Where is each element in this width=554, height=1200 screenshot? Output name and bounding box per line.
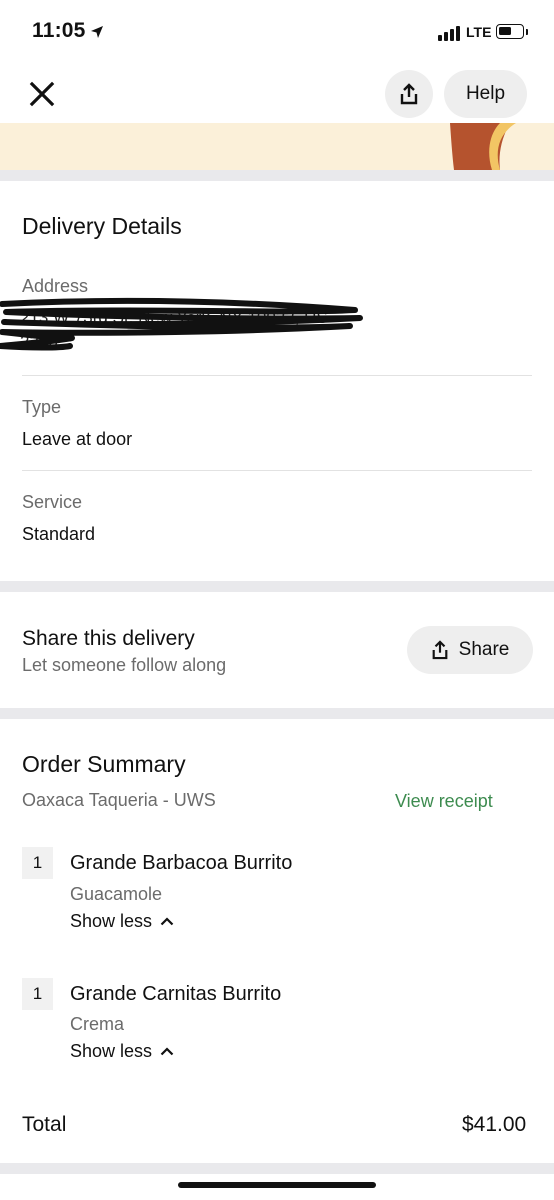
separator-line bbox=[22, 470, 532, 471]
item-option: Guacamole bbox=[70, 884, 163, 904]
share-delivery-button[interactable]: Share bbox=[407, 626, 533, 674]
section-divider bbox=[0, 581, 554, 592]
order-summary-title: Order Summary bbox=[22, 751, 186, 777]
show-less-toggle[interactable]: Show less bbox=[70, 911, 174, 932]
status-time: 11:05 bbox=[32, 19, 86, 42]
view-receipt-link[interactable]: View receipt bbox=[395, 791, 493, 812]
section-divider bbox=[0, 708, 554, 719]
help-label: Help bbox=[465, 83, 506, 104]
hero-art bbox=[450, 123, 516, 170]
type-label: Type bbox=[22, 397, 62, 417]
item-quantity: 1 bbox=[22, 847, 53, 879]
show-less-label: Show less bbox=[70, 911, 153, 931]
item-option: Crema bbox=[70, 1014, 125, 1034]
total-label: Total bbox=[22, 1113, 67, 1136]
service-value: Standard bbox=[22, 524, 96, 544]
type-value: Leave at door bbox=[22, 429, 133, 449]
help-button[interactable]: Help bbox=[444, 70, 527, 118]
share-icon bbox=[432, 640, 448, 660]
total-value: $41.00 bbox=[462, 1113, 527, 1136]
redaction-scribble bbox=[0, 297, 363, 351]
section-divider bbox=[0, 170, 554, 181]
network-label: LTE bbox=[466, 24, 492, 40]
battery-icon bbox=[496, 24, 524, 39]
service-label: Service bbox=[22, 492, 83, 512]
close-button[interactable] bbox=[22, 74, 62, 114]
item-name: Grande Carnitas Burrito bbox=[70, 983, 282, 1005]
separator-line bbox=[22, 375, 532, 376]
show-less-toggle[interactable]: Show less bbox=[70, 1041, 174, 1062]
delivery-details-title: Delivery Details bbox=[22, 213, 182, 239]
status-bar: 11:05 LTE bbox=[0, 0, 554, 66]
item-quantity: 1 bbox=[22, 978, 53, 1010]
home-indicator[interactable] bbox=[178, 1182, 376, 1188]
signal-bars-icon bbox=[438, 25, 462, 41]
close-icon bbox=[29, 81, 55, 107]
chevron-up-icon bbox=[160, 1047, 174, 1056]
location-arrow-icon bbox=[91, 26, 103, 38]
chevron-up-icon bbox=[160, 917, 174, 926]
battery-nub bbox=[526, 29, 528, 35]
section-divider bbox=[0, 1163, 554, 1174]
hero-illustration bbox=[0, 123, 554, 170]
share-top-button[interactable] bbox=[385, 70, 433, 118]
share-button-label: Share bbox=[458, 639, 510, 660]
address-label: Address bbox=[22, 276, 89, 296]
item-name: Grande Barbacoa Burrito bbox=[70, 852, 293, 874]
restaurant-name: Oaxaca Taqueria - UWS bbox=[22, 790, 216, 810]
show-less-label: Show less bbox=[70, 1041, 153, 1061]
share-icon bbox=[400, 83, 418, 105]
share-delivery-subtitle: Let someone follow along bbox=[22, 655, 227, 675]
share-delivery-title: Share this delivery bbox=[22, 627, 195, 650]
